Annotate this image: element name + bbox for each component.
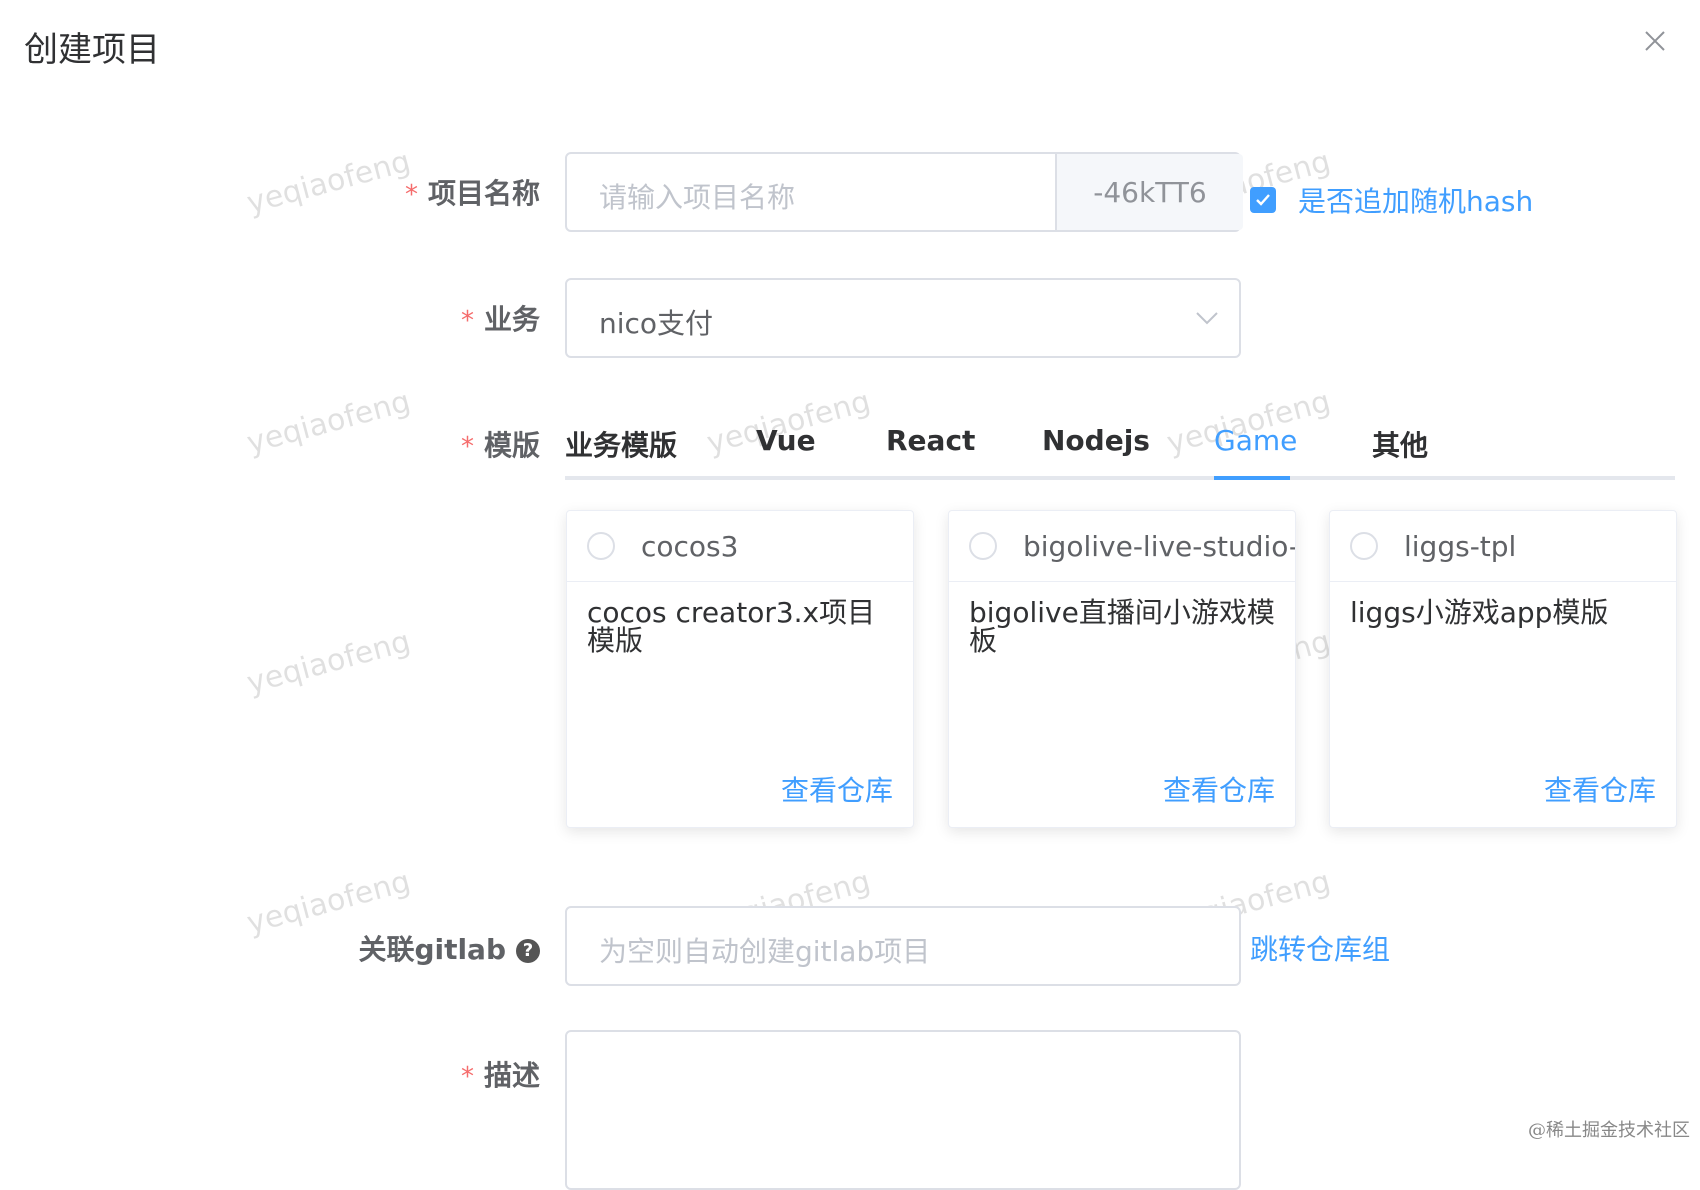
- template-card[interactable]: bigolive-live-studio-g bigolive直播间小游戏模板 …: [948, 510, 1296, 828]
- template-card[interactable]: cocos3 cocos creator3.x项目模版 查看仓库: [566, 510, 914, 828]
- close-button[interactable]: [1640, 26, 1670, 56]
- checkbox-checked-icon[interactable]: [1250, 187, 1276, 213]
- card-header: bigolive-live-studio-g: [949, 511, 1295, 582]
- view-repo-link[interactable]: 查看仓库: [1544, 769, 1656, 809]
- watermark: yeqiaofeng: [243, 623, 415, 702]
- radio-button[interactable]: [587, 532, 615, 560]
- hash-checkbox[interactable]: 是否追加随机hash: [1250, 180, 1533, 220]
- view-repo-link[interactable]: 查看仓库: [781, 769, 893, 809]
- tab-business-template[interactable]: 业务模版: [565, 424, 677, 464]
- hash-checkbox-label[interactable]: 是否追加随机hash: [1298, 180, 1533, 220]
- description-textarea[interactable]: [565, 1030, 1241, 1190]
- radio-button[interactable]: [1350, 532, 1378, 560]
- tabs-baseline: [565, 476, 1675, 480]
- card-header: liggs-tpl: [1330, 511, 1676, 582]
- gitlab-input[interactable]: 为空则自动创建gitlab项目: [565, 906, 1241, 986]
- project-name-field[interactable]: 请输入项目名称 -46kTT6: [565, 152, 1243, 232]
- card-title: bigolive-live-studio-g: [1023, 529, 1296, 563]
- gitlab-label: 关联gitlab?: [358, 928, 540, 968]
- template-card[interactable]: liggs-tpl liggs小游戏app模版 查看仓库: [1329, 510, 1677, 828]
- close-icon: [1645, 31, 1665, 51]
- business-value: nico支付: [599, 307, 714, 340]
- business-select[interactable]: nico支付: [565, 278, 1241, 358]
- business-label: * 业务: [460, 303, 540, 336]
- gitlab-placeholder: 为空则自动创建gitlab项目: [599, 935, 931, 968]
- card-header: cocos3: [567, 511, 913, 582]
- card-description: cocos creator3.x项目模版: [587, 596, 876, 657]
- project-hash-suffix: -46kTT6: [1055, 154, 1243, 230]
- watermark: yeqiaofeng: [243, 383, 415, 462]
- tab-vue[interactable]: Vue: [756, 424, 816, 457]
- tab-nodejs[interactable]: Nodejs: [1042, 424, 1150, 457]
- active-tab-indicator: [1214, 476, 1290, 480]
- watermark: yeqiaofeng: [243, 143, 415, 222]
- tab-react[interactable]: React: [886, 424, 975, 457]
- tab-game[interactable]: Game: [1214, 424, 1297, 457]
- tab-other[interactable]: 其他: [1372, 424, 1428, 464]
- project-name-label: * 项目名称: [404, 177, 540, 210]
- template-label: * 模版: [460, 429, 540, 462]
- card-description: bigolive直播间小游戏模板: [969, 596, 1275, 657]
- chevron-down-icon: [1196, 312, 1218, 325]
- view-repo-link[interactable]: 查看仓库: [1163, 769, 1275, 809]
- jump-repo-group-link[interactable]: 跳转仓库组: [1250, 928, 1390, 968]
- help-icon[interactable]: ?: [516, 939, 540, 963]
- project-name-placeholder: 请输入项目名称: [599, 181, 796, 214]
- card-title: cocos3: [641, 529, 739, 563]
- dialog-title: 创建项目: [24, 30, 160, 70]
- card-title: liggs-tpl: [1404, 529, 1517, 563]
- corner-watermark: @稀土掘金技术社区: [1528, 1120, 1690, 1141]
- card-description: liggs小游戏app模版: [1350, 596, 1609, 629]
- description-label: * 描述: [460, 1059, 540, 1092]
- radio-button[interactable]: [969, 532, 997, 560]
